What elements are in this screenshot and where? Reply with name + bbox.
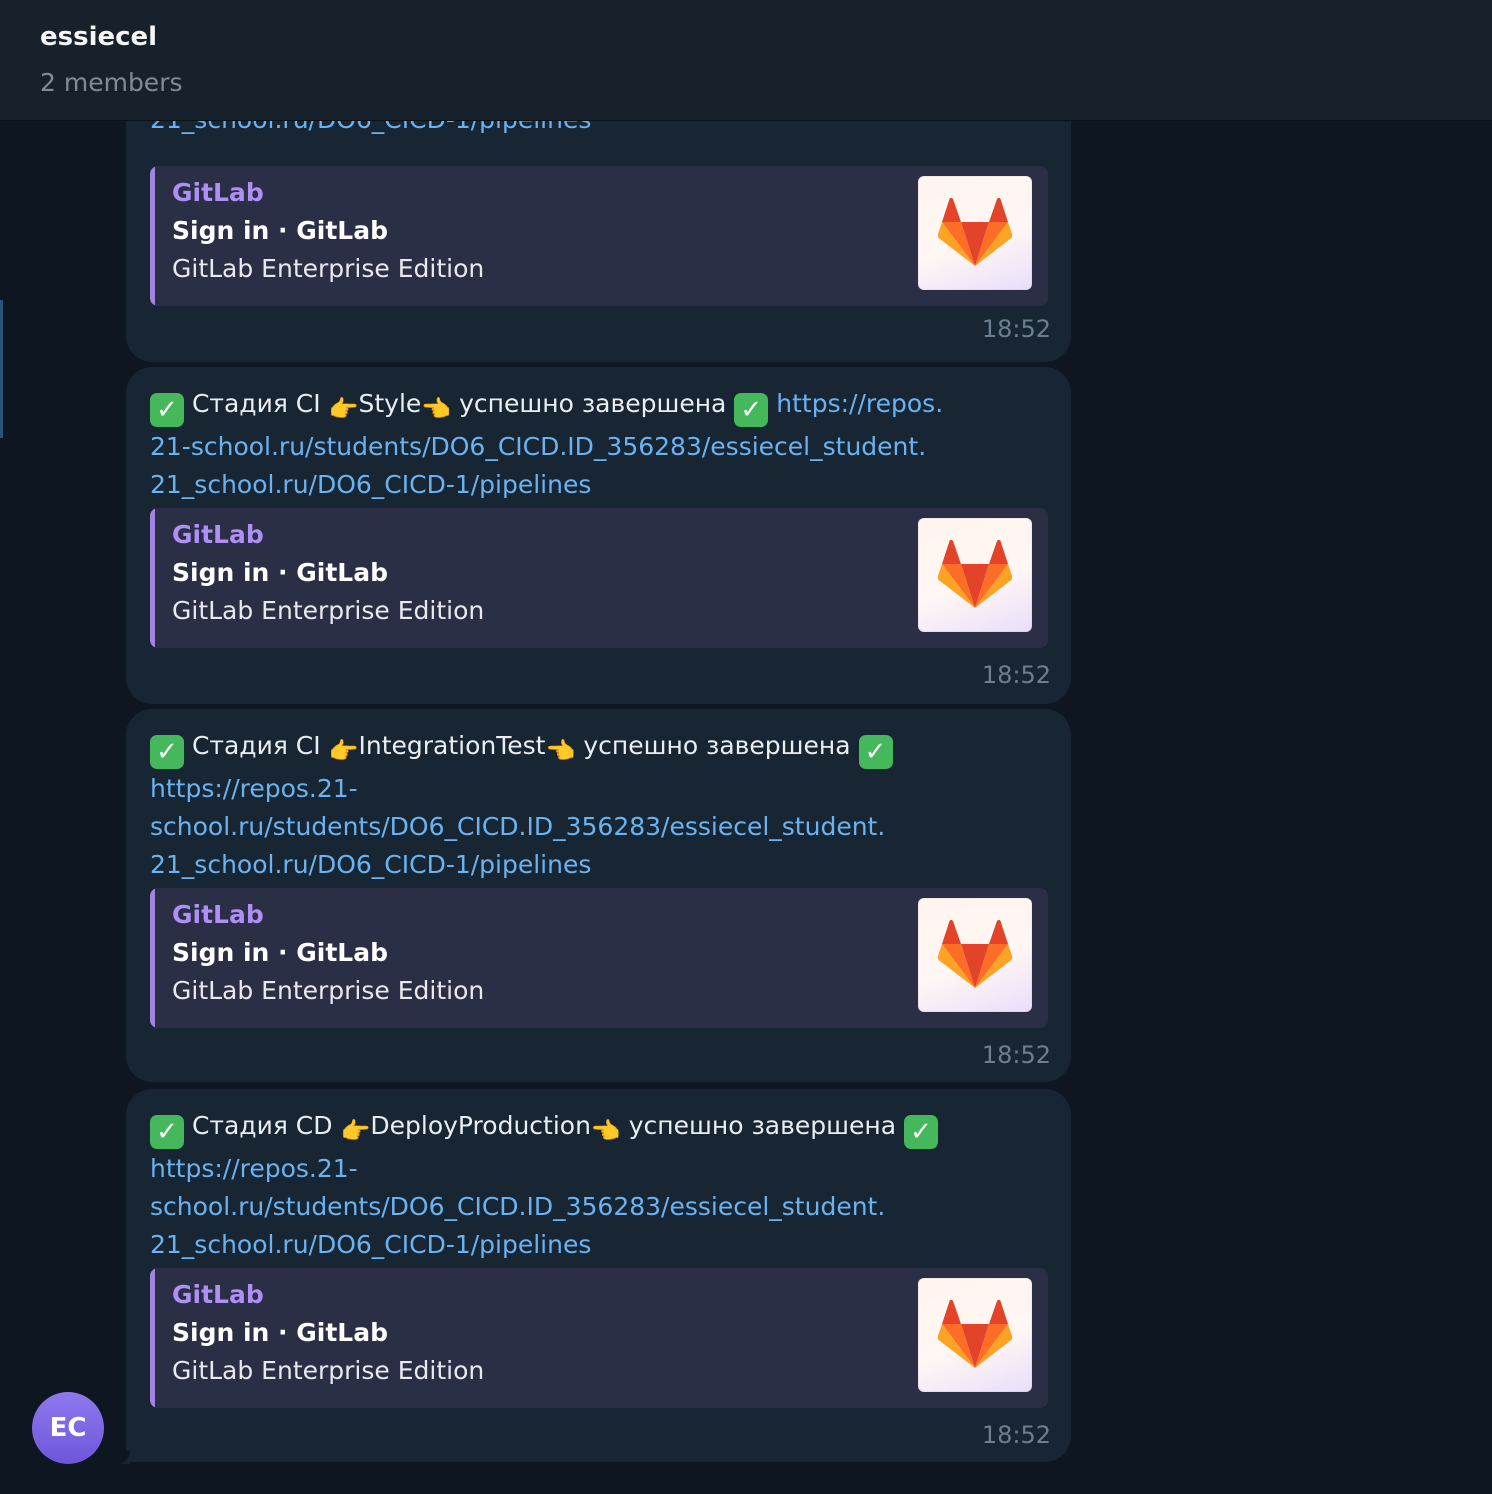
preview-title: Sign in · GitLab bbox=[172, 216, 388, 245]
preview-title: Sign in · GitLab bbox=[172, 558, 388, 587]
gitlab-logo-icon bbox=[918, 898, 1032, 1012]
stage-name: DeployProduction bbox=[370, 1111, 591, 1140]
backhand-index-pointing-right-icon: 👉 bbox=[328, 737, 359, 765]
message-time: 18:52 bbox=[981, 1041, 1051, 1069]
message-link[interactable]: 21_school.ru/DO6_CICD-1/pipelines bbox=[150, 470, 591, 499]
message-text: ✓ Стадия CI 👉IntegrationTest👈 успешно за… bbox=[150, 727, 1041, 884]
check-mark-button-icon: ✓ bbox=[734, 393, 769, 427]
message-link[interactable]: https://repos.21- bbox=[150, 774, 358, 803]
check-mark-button-icon: ✓ bbox=[150, 1115, 184, 1149]
link-preview[interactable]: GitLab Sign in · GitLab GitLab Enterpris… bbox=[150, 508, 1048, 648]
message-link[interactable]: 21_school.ru/DO6_CICD-1/pipelines bbox=[150, 850, 591, 879]
backhand-index-pointing-left-icon: 👈 bbox=[590, 1117, 621, 1145]
member-count: 2 members bbox=[40, 68, 183, 97]
message-time: 18:52 bbox=[981, 661, 1051, 689]
backhand-index-pointing-left-icon: 👈 bbox=[421, 395, 452, 423]
preview-description: GitLab Enterprise Edition bbox=[172, 596, 485, 625]
stage-status: успешно завершена bbox=[583, 731, 851, 760]
avatar[interactable]: EC bbox=[32, 1392, 104, 1464]
message-link[interactable]: https://repos.21- bbox=[150, 1154, 358, 1183]
preview-site-name: GitLab bbox=[172, 1280, 264, 1309]
chat-header[interactable]: essiecel 2 members bbox=[0, 0, 1492, 121]
stage-label: Стадия CI bbox=[191, 389, 321, 418]
preview-accent-bar bbox=[150, 166, 155, 306]
stage-name: IntegrationTest bbox=[358, 731, 546, 760]
message-link[interactable]: school.ru/students/DO6_CICD.ID_356283/es… bbox=[150, 1192, 885, 1221]
backhand-index-pointing-right-icon: 👉 bbox=[328, 395, 359, 423]
stage-status: успешно завершена bbox=[459, 389, 727, 418]
preview-description: GitLab Enterprise Edition bbox=[172, 1356, 485, 1385]
message-time: 18:52 bbox=[981, 315, 1051, 343]
gitlab-logo-icon bbox=[918, 1278, 1032, 1392]
preview-description: GitLab Enterprise Edition bbox=[172, 976, 485, 1005]
link-preview[interactable]: GitLab Sign in · GitLab GitLab Enterpris… bbox=[150, 1268, 1048, 1408]
preview-description: GitLab Enterprise Edition bbox=[172, 254, 485, 283]
gitlab-logo-icon bbox=[918, 518, 1032, 632]
message-list[interactable]: 21_school.ru/DO6_CICD-1/pipelines GitLab… bbox=[0, 121, 1492, 1494]
stage-label: Стадия CI bbox=[191, 731, 321, 760]
preview-accent-bar bbox=[150, 508, 155, 648]
backhand-index-pointing-left-icon: 👈 bbox=[545, 737, 576, 765]
preview-title: Sign in · GitLab bbox=[172, 938, 388, 967]
message-time: 18:52 bbox=[981, 1421, 1051, 1449]
preview-accent-bar bbox=[150, 1268, 155, 1408]
stage-status: успешно завершена bbox=[628, 1111, 897, 1140]
gitlab-logo-icon bbox=[918, 176, 1032, 290]
bubble-tail bbox=[110, 1451, 130, 1464]
stage-name: Style bbox=[358, 389, 422, 418]
message-bubble[interactable]: ✓ Стадия CI 👉IntegrationTest👈 успешно за… bbox=[126, 709, 1071, 1082]
preview-title: Sign in · GitLab bbox=[172, 1318, 388, 1347]
message-link[interactable]: 21_school.ru/DO6_CICD-1/pipelines bbox=[150, 121, 591, 134]
message-bubble[interactable]: 21_school.ru/DO6_CICD-1/pipelines GitLab… bbox=[126, 121, 1071, 362]
message-bubble[interactable]: ✓ Стадия CD 👉DeployProduction👈 успешно з… bbox=[126, 1089, 1071, 1462]
message-text: 21_school.ru/DO6_CICD-1/pipelines bbox=[150, 121, 1041, 139]
message-text: ✓ Стадия CI 👉Style👈 успешно завершена ✓ … bbox=[150, 385, 1041, 504]
message-link[interactable]: 21_school.ru/DO6_CICD-1/pipelines bbox=[150, 1230, 591, 1259]
check-mark-button-icon: ✓ bbox=[858, 735, 893, 769]
message-bubble[interactable]: ✓ Стадия CI 👉Style👈 успешно завершена ✓ … bbox=[126, 367, 1071, 704]
link-preview[interactable]: GitLab Sign in · GitLab GitLab Enterpris… bbox=[150, 888, 1048, 1028]
stage-label: Стадия CD bbox=[191, 1111, 333, 1140]
preview-site-name: GitLab bbox=[172, 900, 264, 929]
message-text: ✓ Стадия CD 👉DeployProduction👈 успешно з… bbox=[150, 1107, 1041, 1264]
message-link[interactable]: 21-school.ru/students/DO6_CICD.ID_356283… bbox=[150, 432, 926, 461]
check-mark-button-icon: ✓ bbox=[150, 393, 184, 427]
preview-site-name: GitLab bbox=[172, 520, 264, 549]
chat-title[interactable]: essiecel bbox=[40, 22, 157, 52]
backhand-index-pointing-right-icon: 👉 bbox=[340, 1117, 371, 1145]
message-link[interactable]: https://repos. bbox=[776, 389, 943, 418]
preview-accent-bar bbox=[150, 888, 155, 1028]
check-mark-button-icon: ✓ bbox=[150, 735, 184, 769]
link-preview[interactable]: GitLab Sign in · GitLab GitLab Enterpris… bbox=[150, 166, 1048, 306]
check-mark-button-icon: ✓ bbox=[903, 1115, 938, 1149]
message-link[interactable]: school.ru/students/DO6_CICD.ID_356283/es… bbox=[150, 812, 885, 841]
preview-site-name: GitLab bbox=[172, 178, 264, 207]
